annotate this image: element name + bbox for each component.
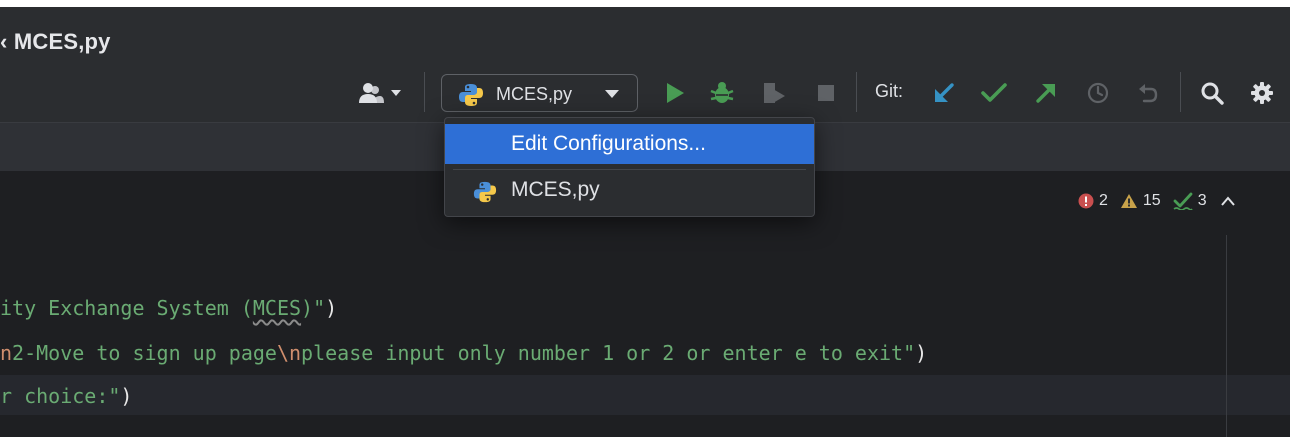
run-button[interactable]	[660, 79, 690, 107]
toolbar-separator	[1180, 72, 1181, 112]
code-string: r choice:"	[0, 384, 121, 408]
chevron-down-icon	[605, 90, 619, 98]
code-escape: n	[0, 341, 13, 365]
search-everywhere-button[interactable]	[1196, 79, 1228, 107]
undo-icon	[1139, 84, 1158, 103]
stop-icon	[818, 85, 834, 101]
git-push-button[interactable]	[1030, 79, 1062, 107]
code-line: ity Exchange System (MCES)")	[0, 296, 337, 320]
user-menu-button[interactable]	[354, 80, 408, 106]
arrow-up-right-icon	[1036, 84, 1055, 103]
toolbar-separator	[424, 72, 425, 112]
popup-separator	[453, 169, 806, 170]
checkmark-icon	[981, 83, 1007, 102]
code-line: r choice:")	[0, 384, 132, 408]
run-configurations-popup: Edit Configurations... MCES,py	[444, 117, 815, 217]
typo-check-icon	[1173, 192, 1193, 210]
title-bar: ‹ MCES,py	[0, 7, 1290, 67]
run-configuration-selector[interactable]: MCES,py	[441, 74, 638, 112]
coverage-icon	[764, 83, 785, 103]
code-paren: )	[325, 296, 338, 320]
error-count: 2	[1078, 192, 1108, 210]
stop-button[interactable]	[812, 80, 840, 106]
users-icon	[359, 83, 401, 103]
git-commit-button[interactable]	[978, 79, 1010, 107]
error-icon	[1078, 193, 1094, 209]
gear-icon	[1251, 82, 1273, 104]
code-escape: \n	[276, 341, 302, 365]
git-history-button[interactable]	[1082, 79, 1114, 107]
weak-warning-count-text: 3	[1197, 192, 1207, 209]
search-icon	[1201, 82, 1224, 105]
code-paren: )	[120, 384, 133, 408]
git-update-button[interactable]	[928, 79, 960, 107]
warning-count-text: 15	[1142, 192, 1161, 209]
code-string: please input only number 1 or 2 or enter…	[301, 341, 916, 365]
debug-button[interactable]	[706, 78, 738, 108]
code-paren: )	[915, 341, 928, 365]
python-icon	[473, 181, 497, 203]
error-count-text: 2	[1099, 192, 1108, 209]
code-line: n2-Move to sign up page\nplease input on…	[0, 341, 927, 365]
python-icon	[459, 84, 483, 106]
run-icon	[667, 83, 684, 103]
current-line-highlight	[0, 375, 1290, 415]
popup-item-label: Edit Configurations...	[511, 132, 706, 155]
code-string: 2-Move to sign up page	[12, 341, 277, 365]
popup-item-label: MCES,py	[511, 178, 600, 201]
inspections-widget[interactable]: 2 15 3	[1078, 188, 1235, 214]
code-string: ity Exchange System (	[0, 296, 253, 320]
git-rollback-button[interactable]	[1132, 79, 1164, 107]
run-configuration-label: MCES,py	[496, 84, 573, 104]
chevron-up-icon[interactable]	[1220, 196, 1235, 206]
window-top-edge	[0, 0, 1290, 7]
popup-item-edit-configurations[interactable]: Edit Configurations...	[445, 124, 814, 164]
clock-icon	[1087, 82, 1109, 104]
warning-count: 15	[1120, 192, 1161, 210]
run-with-coverage-button[interactable]	[758, 79, 790, 107]
code-string: )"	[301, 296, 326, 320]
settings-button[interactable]	[1246, 79, 1278, 107]
git-label: Git:	[875, 81, 904, 101]
right-margin-guide	[1226, 235, 1227, 437]
window-title: ‹ MCES,py	[0, 29, 111, 54]
code-string-typo: MCES	[252, 296, 302, 320]
arrow-down-left-icon	[935, 83, 954, 102]
window-title-text: MCES,py	[13, 29, 111, 54]
weak-warning-count: 3	[1173, 192, 1207, 210]
popup-item-run-config[interactable]: MCES,py	[445, 172, 814, 212]
warning-icon	[1120, 194, 1137, 208]
bug-icon	[710, 82, 734, 103]
toolbar-separator	[856, 72, 857, 112]
